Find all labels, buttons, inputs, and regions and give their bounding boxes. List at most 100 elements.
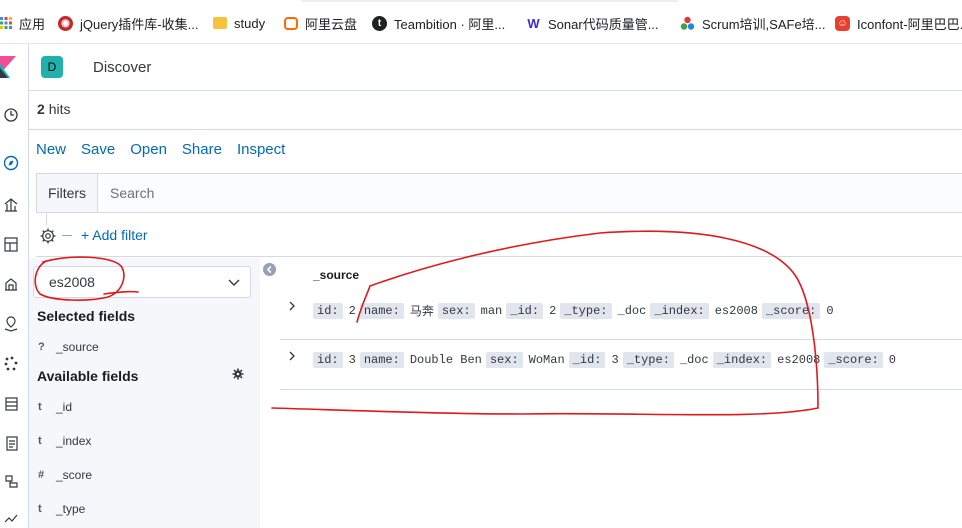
field-key: _score: — [824, 352, 883, 368]
field-sidebar: es2008 Selected fields ? _source Availab… — [29, 258, 260, 528]
field-value: 2 — [348, 303, 356, 318]
field-item[interactable]: t _type — [38, 502, 85, 516]
query-bar: Filters — [36, 173, 962, 213]
field-value: 0 — [826, 303, 834, 318]
bookmark-jquery[interactable]: ◉ jQuery插件库-收集... — [58, 13, 198, 33]
bookmark-label: Iconfont-阿里巴巴... — [857, 16, 962, 32]
field-value: _doc — [617, 303, 647, 318]
dashboard-icon[interactable] — [4, 236, 22, 254]
save-link[interactable]: Save — [81, 141, 115, 158]
selected-fields-title: Selected fields — [37, 308, 136, 324]
field-name: _score — [56, 468, 93, 482]
chevron-down-icon — [228, 279, 240, 286]
field-key: _index: — [712, 352, 772, 368]
bookmark-aliyun-drive[interactable]: 阿里云盘 — [284, 13, 357, 33]
aliyun-drive-favicon — [284, 16, 298, 30]
divider — [46, 213, 47, 225]
uptime-icon[interactable] — [4, 510, 22, 528]
app-header: D Discover — [29, 44, 962, 91]
ml-icon[interactable] — [4, 355, 22, 373]
field-item[interactable]: # _score — [38, 468, 92, 482]
search-input[interactable] — [98, 174, 958, 212]
field-type-icon: t — [38, 435, 42, 447]
infrastructure-icon[interactable] — [4, 395, 22, 413]
filter-row: + Add filter — [36, 213, 962, 257]
field-key: _type: — [622, 352, 674, 368]
field-value: WoMan — [528, 353, 565, 367]
inspect-link[interactable]: Inspect — [237, 141, 285, 158]
visualize-icon[interactable] — [4, 196, 22, 214]
field-value: es2008 — [714, 303, 758, 318]
tab-strip-remnant — [300, 0, 680, 2]
discover-compass-icon[interactable] — [4, 154, 22, 172]
canvas-icon[interactable] — [4, 275, 22, 293]
available-fields-title: Available fields — [37, 368, 139, 384]
field-item[interactable]: t _id — [38, 400, 72, 414]
bookmark-scrum[interactable]: Scrum培训,SAFe培... — [680, 13, 826, 33]
field-key: _index: — [650, 302, 709, 319]
folder-icon — [213, 17, 227, 29]
bookmark-label: study — [234, 15, 266, 31]
apm-icon[interactable] — [4, 473, 22, 491]
space-avatar[interactable]: D — [41, 56, 63, 78]
maps-icon[interactable] — [4, 315, 22, 333]
top-nav-menu: New Save Open Share Inspect — [36, 141, 285, 158]
apps-grid-icon — [0, 17, 12, 29]
add-filter-link[interactable]: + Add filter — [81, 227, 148, 243]
source-column-header: _source — [313, 268, 360, 282]
bookmark-label: Scrum培训,SAFe培... — [702, 16, 826, 32]
field-type-icon: t — [38, 401, 42, 413]
kibana-logo-icon[interactable] — [0, 56, 16, 78]
divider — [29, 129, 962, 130]
teambition-favicon: t — [372, 15, 387, 31]
field-key: sex: — [437, 302, 475, 319]
field-type-icon: # — [38, 469, 45, 481]
bookmark-apps[interactable]: 应用 — [0, 13, 45, 33]
bookmark-label: Teambition · 阿里... — [394, 16, 506, 32]
bookmark-label: jQuery插件库-收集... — [80, 16, 199, 32]
chevron-right-icon[interactable] — [288, 301, 296, 311]
bookmark-teambition[interactable]: t Teambition · 阿里... — [372, 13, 505, 33]
jquery-favicon: ◉ — [58, 15, 73, 31]
open-link[interactable]: Open — [130, 141, 167, 158]
divider — [62, 235, 72, 236]
filters-button[interactable]: Filters — [37, 174, 98, 212]
bookmark-label: Sonar代码质量管... — [548, 16, 659, 32]
source-document: id: 3 name: Double Ben sex: WoMan _id: 3 _ty… — [313, 352, 900, 368]
table-row: id: 3 name: Double Ben sex: WoMan _id: 3 _ty… — [280, 340, 962, 390]
collapse-sidebar-icon[interactable] — [263, 263, 276, 276]
logs-icon[interactable] — [4, 435, 22, 453]
share-link[interactable]: Share — [182, 141, 222, 158]
new-link[interactable]: New — [36, 141, 66, 158]
recently-viewed-clock-icon[interactable] — [4, 106, 22, 124]
field-name: _type — [56, 502, 86, 516]
scrum-favicon — [680, 16, 695, 31]
iconfont-favicon: ☺ — [835, 15, 850, 31]
field-value: 0 — [888, 353, 896, 367]
field-value: 3 — [611, 353, 619, 367]
field-value: Double Ben — [409, 353, 482, 367]
field-key: name: — [359, 302, 404, 319]
filter-options-gear-icon[interactable] — [39, 227, 57, 245]
field-item[interactable]: t _index — [38, 434, 91, 448]
kibana-side-nav — [0, 44, 29, 528]
hits-count: 2 hits — [37, 101, 70, 117]
field-value: 3 — [348, 353, 356, 367]
bookmark-iconfont[interactable]: ☺ Iconfont-阿里巴巴... — [835, 13, 962, 33]
field-key: _id: — [568, 352, 606, 368]
field-key: id: — [313, 302, 343, 319]
field-type-icon: t — [38, 503, 42, 515]
bookmark-sonar[interactable]: W Sonar代码质量管... — [526, 13, 659, 33]
chevron-right-icon[interactable] — [288, 351, 296, 361]
field-name: _id — [56, 400, 73, 414]
index-pattern-select[interactable]: es2008 — [33, 266, 251, 298]
index-pattern-value: es2008 — [49, 274, 95, 290]
bookmark-study[interactable]: study — [213, 13, 265, 33]
field-value: man — [480, 303, 503, 318]
field-type-icon: ? — [38, 341, 45, 353]
field-key: _id: — [506, 302, 544, 319]
field-item[interactable]: ? _source — [38, 340, 99, 354]
field-name: _index — [56, 434, 92, 448]
gear-icon[interactable] — [232, 368, 244, 380]
field-value: es2008 — [777, 353, 821, 367]
